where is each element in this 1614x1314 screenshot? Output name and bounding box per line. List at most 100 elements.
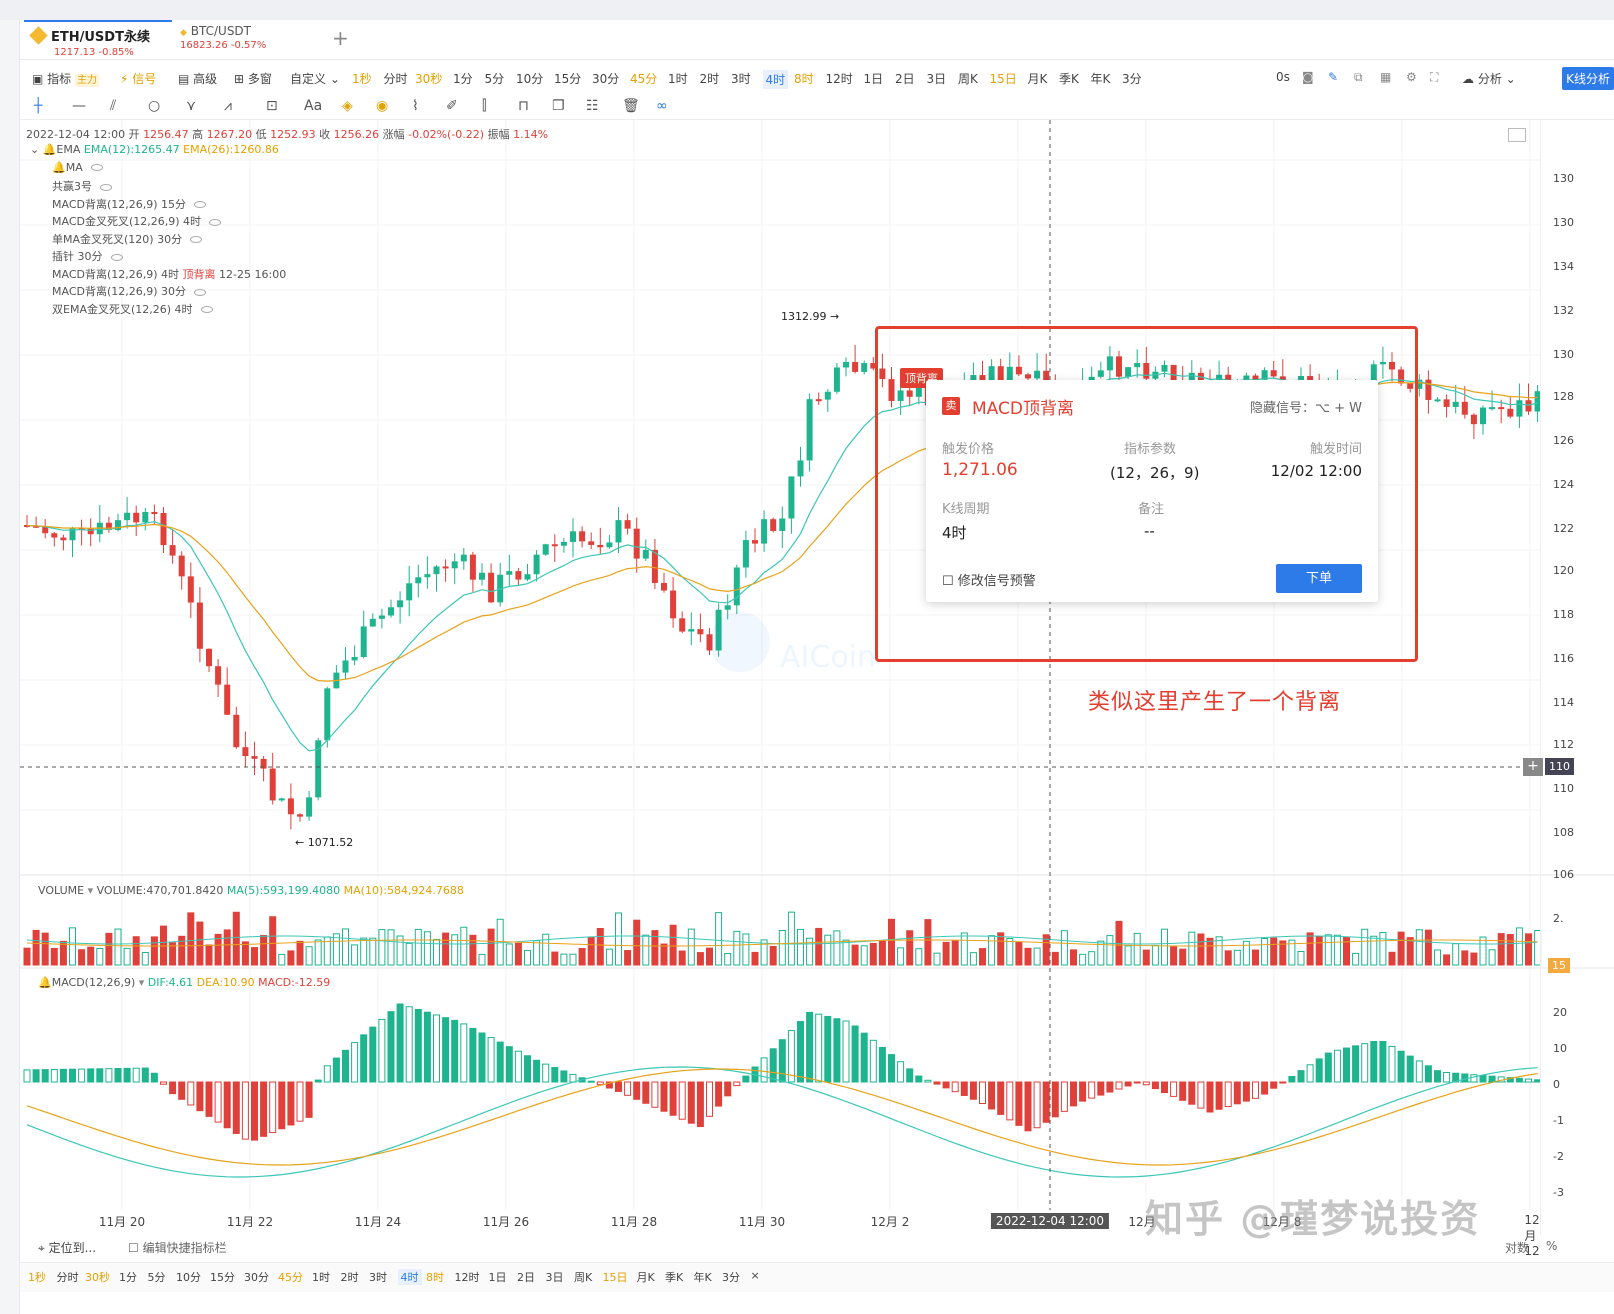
calc-icon[interactable]: ▦ <box>1380 70 1391 84</box>
magnet-icon[interactable]: ◈ <box>342 98 353 114</box>
add-tab-icon[interactable]: + <box>332 26 349 50</box>
trendline-tool-icon[interactable]: ⫽ <box>110 98 116 114</box>
bottom-interval-14[interactable]: 12时 <box>455 1269 480 1285</box>
hide-signal-hint[interactable]: 隐藏信号：⌥ + W <box>1250 397 1362 416</box>
wave-tool-icon[interactable]: ⩘ <box>224 98 232 114</box>
analysis-button[interactable]: ☁ 分析 ⌄ <box>1462 70 1516 87</box>
bottom-interval-1[interactable]: 分时 <box>57 1269 79 1285</box>
interval-19[interactable]: 15日 <box>990 70 1017 87</box>
bottom-interval-2[interactable]: 30秒 <box>85 1269 110 1285</box>
interval-16[interactable]: 2日 <box>895 70 915 87</box>
eye-icon[interactable] <box>200 306 213 313</box>
tab-eth[interactable]: ETH/USDT永续 1217.13 -0.85% <box>24 20 172 60</box>
legend-item-divergence[interactable]: MACD背离(12,26,9) 4时 顶背离 12-25 16:00 <box>30 266 286 284</box>
circle-tool-icon[interactable]: ○ <box>148 98 160 114</box>
interval-4[interactable]: 5分 <box>485 70 505 87</box>
interval-2[interactable]: 30秒 <box>415 70 442 87</box>
expand-icon[interactable] <box>1508 128 1526 142</box>
interval-15[interactable]: 1日 <box>864 70 884 87</box>
tab-btc[interactable]: ◆ BTC/USDT 16823.26 -0.57% <box>172 20 322 60</box>
legend-ema[interactable]: ⌄ 🔔EMA EMA(12):1265.47 EMA(26):1260.86 <box>30 143 286 161</box>
ruler-icon[interactable]: ⌇ <box>412 98 419 114</box>
legend-item[interactable]: 双EMA金叉死叉(12,26) 4时 <box>30 301 286 319</box>
signal-button[interactable]: ⚡ 信号 <box>120 70 156 87</box>
legend-item[interactable]: MACD背离(12,26,9) 30分 <box>30 283 286 301</box>
brush-icon[interactable]: ✐ <box>446 98 458 114</box>
eye-icon[interactable] <box>100 183 112 191</box>
bottom-interval-5[interactable]: 10分 <box>176 1269 201 1285</box>
interval-6[interactable]: 15分 <box>554 70 581 87</box>
eye-icon[interactable] <box>110 253 123 261</box>
camera-icon[interactable]: ◙ <box>1302 70 1314 84</box>
pen-icon[interactable]: ✎ <box>1328 70 1338 84</box>
interval-5[interactable]: 10分 <box>516 70 543 87</box>
bottom-interval-18[interactable]: 周K <box>574 1269 592 1285</box>
text-tool[interactable]: Aa <box>304 98 322 114</box>
dropdown-icon[interactable]: ▾ <box>88 884 94 897</box>
bottom-interval-11[interactable]: 3时 <box>369 1269 387 1285</box>
eye-icon[interactable] <box>190 236 203 243</box>
bottom-interval-21[interactable]: 季K <box>665 1269 683 1285</box>
interval-0[interactable]: 1秒 <box>352 70 372 87</box>
interval-7[interactable]: 30分 <box>592 70 619 87</box>
interval-20[interactable]: 月K <box>1028 70 1048 87</box>
copy-icon[interactable]: ❐ <box>552 98 565 114</box>
bars-icon[interactable]: ⫿ <box>482 98 486 114</box>
kline-analysis-button[interactable]: K线分析 <box>1562 67 1614 90</box>
interval-18[interactable]: 周K <box>958 70 978 87</box>
eye-icon[interactable] <box>194 288 207 296</box>
legend-item[interactable]: MACD金叉死叉(12,26,9) 4时 <box>30 213 286 231</box>
bottom-interval-13[interactable]: 8时 <box>426 1269 444 1285</box>
edit-bar-button[interactable]: ☐ 编辑快捷指标栏 <box>128 1239 227 1256</box>
bottom-interval-22[interactable]: 年K <box>694 1269 712 1285</box>
dropdown-icon[interactable]: ▾ <box>139 976 145 989</box>
legend-item[interactable]: 共赢3号 <box>30 178 286 196</box>
bottom-interval-6[interactable]: 15分 <box>210 1269 235 1285</box>
crosshair-plus-icon[interactable]: + <box>1523 758 1543 776</box>
percent-toggle[interactable]: % <box>1546 1239 1557 1253</box>
log-scale-toggle[interactable]: 对数 <box>1505 1239 1529 1256</box>
interval-12[interactable]: 4时 <box>762 70 789 89</box>
interval-17[interactable]: 3日 <box>927 70 947 87</box>
lock-draw-icon[interactable]: ◉ <box>376 98 388 114</box>
legend-item[interactable]: 单MA金叉死叉(120) 30分 <box>30 231 286 249</box>
bottom-interval-23[interactable]: 3分 <box>722 1269 740 1285</box>
interval-11[interactable]: 3时 <box>731 70 751 87</box>
interval-3[interactable]: 1分 <box>453 70 473 87</box>
interval-21[interactable]: 季K <box>1059 70 1079 87</box>
edit-alert-button[interactable]: ☐ 修改信号预警 <box>942 570 1036 589</box>
bottom-interval-10[interactable]: 2时 <box>341 1269 359 1285</box>
interval-14[interactable]: 12时 <box>826 70 853 87</box>
bottom-interval-4[interactable]: 5分 <box>148 1269 166 1285</box>
bottom-interval-16[interactable]: 2日 <box>517 1269 535 1285</box>
interval-22[interactable]: 年K <box>1091 70 1111 87</box>
hline-tool-icon[interactable]: — <box>72 98 86 114</box>
bottom-interval-17[interactable]: 3日 <box>546 1269 564 1285</box>
measure-tool-icon[interactable]: ⊡ <box>266 98 278 114</box>
locate-button[interactable]: ⌖ 定位到... <box>38 1239 96 1256</box>
legend-ma[interactable]: 🔔MA <box>30 161 286 179</box>
custom-button[interactable]: 自定义 ⌄ <box>290 70 340 87</box>
bottom-interval-0[interactable]: 1秒 <box>28 1269 46 1285</box>
lock-icon[interactable]: ⊓ <box>518 98 529 114</box>
interval-23[interactable]: 3分 <box>1122 70 1142 87</box>
fullscreen-icon[interactable]: ⛶ <box>1430 70 1438 85</box>
bottom-interval-8[interactable]: 45分 <box>278 1269 303 1285</box>
price-axis[interactable]: 130 130 134 132 130 128 126 124 122 120 118 116 114 1… <box>1540 120 1614 1235</box>
interval-8[interactable]: 45分 <box>630 70 657 87</box>
window-icon[interactable]: ⧉ <box>1354 70 1363 85</box>
bottom-interval-20[interactable]: 月K <box>637 1269 655 1285</box>
bottom-interval-19[interactable]: 15日 <box>603 1269 628 1285</box>
legend-item[interactable]: MACD背离(12,26,9) 15分 <box>30 196 286 214</box>
eye-icon[interactable] <box>209 218 222 226</box>
link-icon[interactable]: ∞ <box>656 98 668 114</box>
fib-tool-icon[interactable]: ⋎ <box>186 98 196 114</box>
bottom-interval-15[interactable]: 1日 <box>489 1269 507 1285</box>
trash-icon[interactable]: 🗑 <box>622 98 640 114</box>
indicator-button[interactable]: ▣ 指标 主力 <box>32 70 99 87</box>
interval-9[interactable]: 1时 <box>668 70 688 87</box>
bottom-interval-3[interactable]: 1分 <box>119 1269 137 1285</box>
interval-13[interactable]: 8时 <box>794 70 814 87</box>
crosshair-tool-icon[interactable]: ┼ <box>34 98 42 114</box>
interval-10[interactable]: 2时 <box>700 70 720 87</box>
